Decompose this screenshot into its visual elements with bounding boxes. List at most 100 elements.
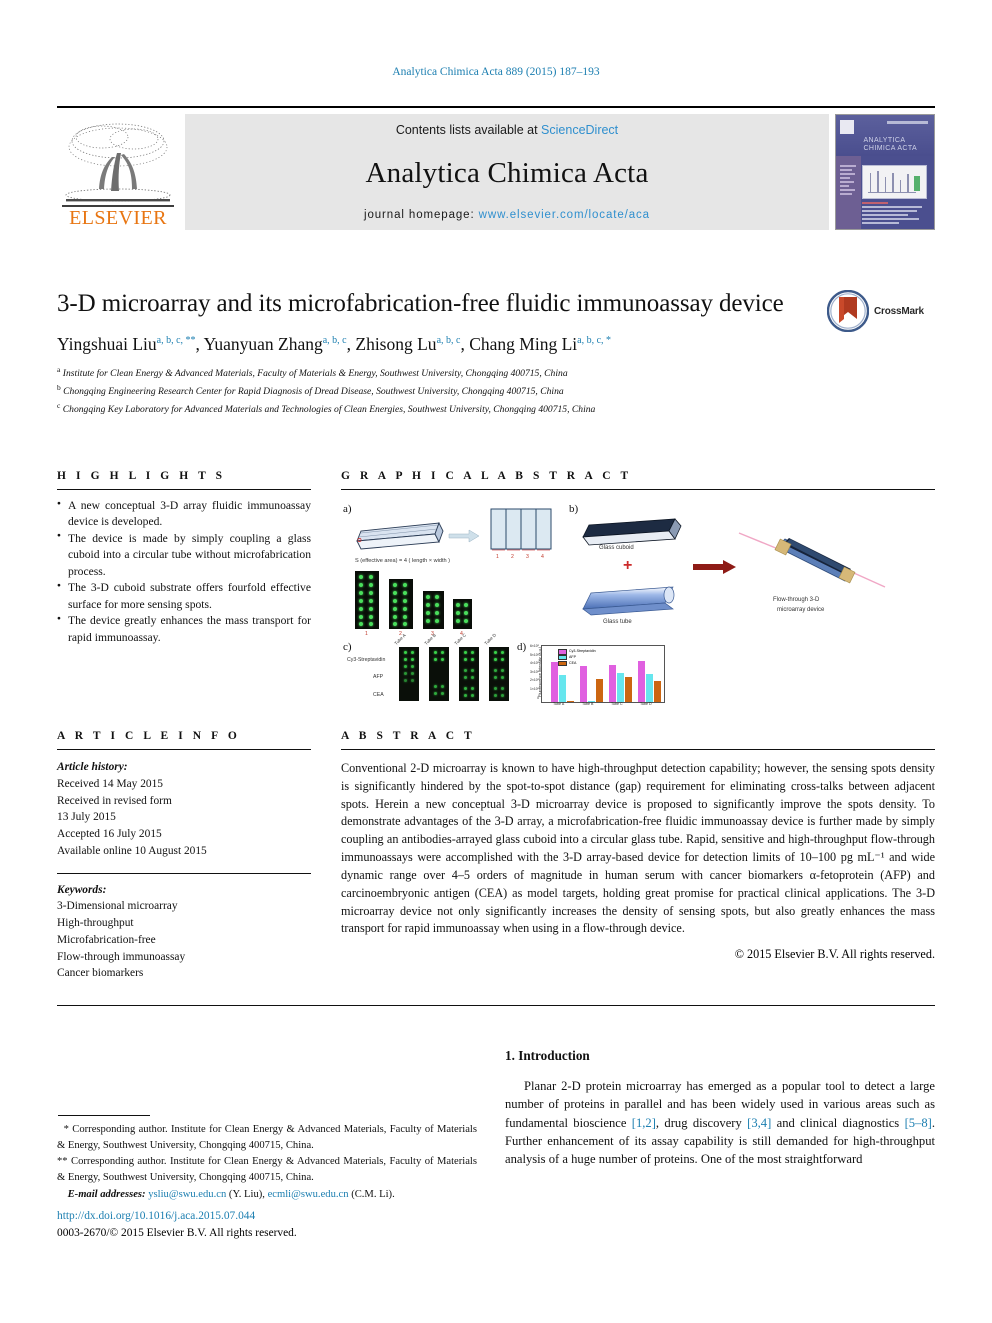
elsevier-wordmark: ELSEVIER [62,205,174,228]
footnotes-block: * Corresponding author. Institute for Cl… [57,1122,477,1203]
journal-masthead: ELSEVIER Contents lists available at Sci… [57,106,935,230]
homepage-url-link[interactable]: www.elsevier.com/locate/aca [479,209,650,221]
author-list: Yingshuai Liua, b, c, **, Yuanyuan Zhang… [57,334,612,354]
journal-cover-thumbnail: ANALYTICA CHIMICA ACTA [835,114,935,230]
journal-article-page: Analytica Chimica Acta 889 (2015) 187–19… [0,0,992,1323]
crossmark-label: CrossMark [874,305,924,317]
bar-chart: Cy3-Streptavidin AFP CEA [541,645,665,703]
graphical-abstract-figure: a) 1 2 3 4 S (effective area) = 4 (leng… [341,501,935,706]
title-block: 3-D microarray and its microfabrication-… [57,288,935,417]
highlights-rule [57,489,311,490]
email-owner: (Y. Liu), [228,1188,265,1200]
crossmark-icon [827,290,869,332]
array-strip [389,579,413,629]
glass-tube-label: Glass tube [603,619,632,625]
graphical-abstract-section: G R A P H I C A L A B S T R A C T a) 1 2… [341,470,935,706]
history-item: Accepted 16 July 2015 [57,828,162,841]
abstract-copyright: © 2015 Elsevier B.V. All rights reserved… [734,947,935,962]
fluorescence-image [489,647,509,701]
bar [617,672,624,702]
introduction-heading: 1. Introduction [505,1048,590,1063]
affiliation-item: c Chongqing Key Laboratory for Advanced … [57,400,596,415]
journal-banner: Contents lists available at ScienceDirec… [185,114,829,230]
chart-plot-area [542,646,664,702]
panel-a-formula: S (effective area) = 4 ( length × width … [355,558,451,564]
history-item: 13 July 2015 [57,811,116,824]
device-label-line1: Flow-through 3-D [773,597,820,603]
homepage-prefix: journal homepage: [364,209,475,221]
abstract-section: A B S T R A C T Conventional 2-D microar… [341,730,935,982]
fluorescence-image [429,647,449,701]
keyword-item: 3-Dimensional microarray [57,900,178,913]
contents-available-line: Contents lists available at ScienceDirec… [396,123,618,137]
author-marks[interactable]: a, b, c [323,335,347,346]
device-label-line2: microarray device [777,607,825,613]
fluorescence-image [399,647,419,701]
abstract-heading: A B S T R A C T [341,730,476,742]
history-item: Available online 10 August 2015 [57,844,207,857]
email-owner: (C.M. Li). [351,1188,395,1200]
reaction-arrow-icon [693,560,736,574]
fluorescence-image [459,647,479,701]
sciencedirect-link[interactable]: ScienceDirect [541,123,618,137]
introduction-paragraph: Planar 2-D protein microarray has emerge… [505,1079,935,1166]
corresponding-author-note: ** Corresponding author. Institute for C… [57,1156,477,1184]
author-name: Yuanyuan Zhang [203,334,323,354]
journal-homepage-line: journal homepage: www.elsevier.com/locat… [364,209,650,221]
panel-c-row-label: CEA [373,692,384,698]
citation-link[interactable]: [5–8] [905,1116,932,1130]
highlights-list: A new conceptual 3-D array fluidic immun… [57,498,311,646]
affiliation-item: a Institute for Clean Energy & Advanced … [57,365,568,380]
contents-prefix: Contents lists available at [395,123,538,137]
panel-b-label: b) [569,503,579,515]
graphical-abstract-heading: G R A P H I C A L A B S T R A C T [341,470,632,482]
keyword-item: Cancer biomarkers [57,967,144,980]
panel-c-col-label: Tube A [393,632,407,646]
doi-link[interactable]: http://dx.doi.org/10.1016/j.aca.2015.07.… [57,1208,487,1225]
chart-y-tick-labels: 6×10⁵ 5×10⁵ 4×10⁵ 3×10⁵ 2×10⁵ 1×10⁵ 0 [529,644,539,700]
email-label: E-mail addresses: [67,1188,146,1200]
history-item: Received in revised form [57,794,172,807]
author-marks[interactable]: a, b, c, * [577,335,611,346]
panel-b-cuboid-graphic [582,518,682,546]
author-name: Yingshuai Liu [57,334,157,354]
bar [625,677,632,702]
email-link[interactable]: ecmli@swu.edu.cn [268,1189,349,1200]
array-strip [355,571,379,629]
issn-copyright-line: 0003-2670/© 2015 Elsevier B.V. All right… [57,1227,297,1240]
array-strip [423,591,444,629]
article-info-rule [57,749,311,750]
keywords: Keywords: 3-Dimensional microarray High-… [57,882,311,983]
email-link[interactable]: ysliu@swu.edu.cn [148,1189,226,1200]
article-info-and-abstract-row: A R T I C L E I N F O Article history: R… [57,730,935,982]
citation-link[interactable]: [3,4] [747,1116,771,1130]
bar [551,661,558,702]
panel-c-label: c) [343,641,352,653]
list-item: The device is made by simply coupling a … [57,531,311,580]
author-name: Zhisong Lu [355,334,437,354]
panel-c-col-label: Tube C [453,632,468,646]
panel-b-device-graphic [738,532,886,588]
panel-c-col-label: Tube B [423,632,437,646]
highlights-section: H I G H L I G H T S A new conceptual 3-D… [57,470,311,686]
author-marks[interactable]: a, b, c, ** [157,335,196,346]
bar [638,660,645,702]
bar [654,680,661,702]
list-item: The 3-D cuboid substrate offers fourfold… [57,580,311,613]
list-item: A new conceptual 3-D array fluidic immun… [57,498,311,531]
article-history: Article history: Received 14 May 2015 Re… [57,759,311,860]
bar [596,679,603,702]
running-head: Analytica Chimica Acta 889 (2015) 187–19… [392,66,600,78]
footnote-rule [58,1115,150,1116]
crossmark-badge[interactable]: CrossMark [827,288,935,334]
citation-link[interactable]: [1,2] [632,1116,656,1130]
panel-c-row-label: Cy3-Streptavidin [347,657,386,663]
keyword-item: High-throughput [57,917,134,930]
article-info-heading: A R T I C L E I N F O [57,730,241,742]
bar [609,664,616,702]
article-info-separator [57,872,311,874]
plus-icon: + [623,557,633,574]
elsevier-logo: ELSEVIER [57,114,179,230]
author-marks[interactable]: a, b, c [437,335,461,346]
article-info-section: A R T I C L E I N F O Article history: R… [57,730,311,982]
